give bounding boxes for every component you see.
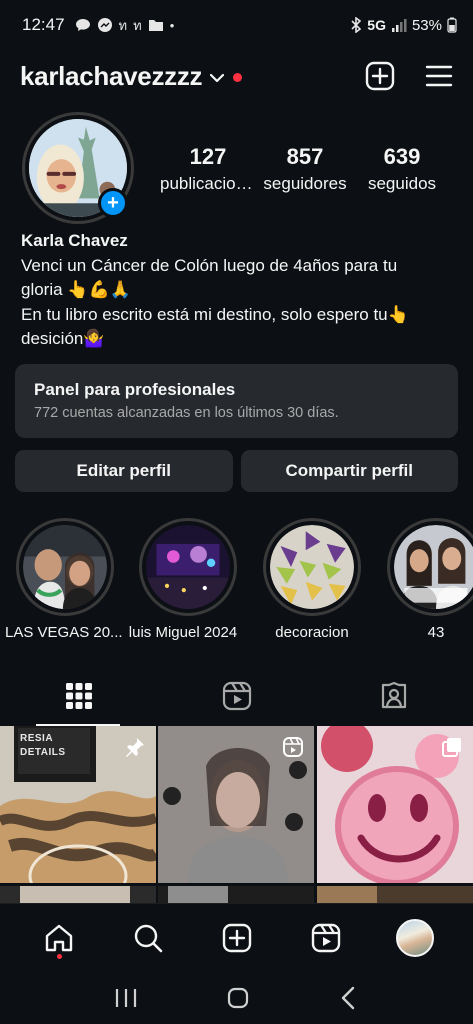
- battery-icon: [447, 17, 457, 33]
- bluetooth-icon: [351, 17, 362, 33]
- back-icon[interactable]: [339, 986, 359, 1010]
- highlight-ring: [139, 518, 237, 616]
- pro-panel-subtitle: 772 cuentas alcanzadas en los últimos 30…: [34, 405, 339, 421]
- grid-post[interactable]: [158, 726, 314, 883]
- network-label: 5G: [367, 17, 386, 33]
- create-post-icon[interactable]: [365, 61, 395, 91]
- highlight-image: [23, 525, 107, 609]
- profile-header: karlachavezzzz: [0, 50, 473, 102]
- followers-count: 857: [286, 144, 324, 169]
- story-highlights: LAS VEGAS 20... luis Miguel 2024 decorac…: [0, 518, 473, 648]
- tagged-icon: [382, 681, 407, 709]
- pro-panel-title: Panel para profesionales: [34, 380, 236, 399]
- followers-stat[interactable]: 857 seguidores: [257, 144, 353, 194]
- home-notification-dot: [56, 953, 62, 959]
- add-story-button[interactable]: +: [98, 188, 128, 218]
- status-bar: 12:47 ท ท • 5G 53%: [0, 0, 473, 50]
- nav-search[interactable]: [123, 913, 173, 963]
- highlight-ring: [387, 518, 473, 616]
- highlight-label: LAS VEGAS 20...: [5, 624, 123, 641]
- home-button-icon[interactable]: [226, 986, 250, 1010]
- nav-profile[interactable]: [390, 913, 440, 963]
- username-switcher[interactable]: karlachavezzzz: [20, 61, 203, 92]
- highlight-ring: [16, 518, 114, 616]
- app-icon: ท: [118, 17, 128, 33]
- bio-line: En tu libro escrito está mi destino, sol…: [21, 304, 409, 324]
- tab-reels[interactable]: [158, 666, 316, 726]
- followers-label: seguidores: [263, 174, 347, 193]
- bio-line: gloria 👆💪🙏: [21, 280, 131, 299]
- highlight-image: [394, 525, 473, 609]
- professional-dashboard[interactable]: Panel para profesionales 772 cuentas alc…: [15, 364, 458, 438]
- highlight-label: 43: [427, 624, 445, 641]
- grid-icon: [65, 683, 92, 709]
- messenger-icon: [97, 18, 112, 32]
- profile-summary: + 127 publicaciones 857 seguidores 639 s…: [0, 112, 473, 224]
- highlight-ring: [263, 518, 361, 616]
- post-sign-text: RESIA DETAILS: [20, 733, 66, 758]
- profile-bio: Karla Chavez Venci un Cáncer de Colón lu…: [21, 229, 461, 352]
- profile-stats: 127 publicaciones 857 seguidores 639 seg…: [160, 144, 450, 194]
- tab-tagged[interactable]: [315, 666, 473, 726]
- add-post-icon: [222, 923, 251, 952]
- reels-icon: [222, 681, 251, 711]
- multi-photo-icon: [442, 738, 461, 757]
- profile-avatar-icon: [395, 918, 434, 957]
- nav-reels[interactable]: [301, 913, 351, 963]
- highlight-image: [270, 525, 354, 609]
- signal-icon: [391, 19, 407, 32]
- menu-icon[interactable]: [425, 64, 453, 88]
- highlight-item[interactable]: luis Miguel 2024: [129, 518, 238, 641]
- dot-icon: •: [169, 17, 175, 33]
- system-navigation: [0, 971, 473, 1024]
- search-icon: [134, 924, 162, 952]
- bottom-navigation: [0, 903, 473, 971]
- status-time: 12:47: [22, 15, 65, 34]
- share-profile-button[interactable]: Compartir perfil: [240, 450, 458, 492]
- folder-icon: [148, 20, 163, 31]
- highlight-item[interactable]: 43: [386, 518, 473, 641]
- edit-profile-button[interactable]: Editar perfil: [15, 450, 233, 492]
- tab-posts[interactable]: [0, 666, 158, 726]
- bio-line: Venci un Cáncer de Colón luego de 4años …: [21, 255, 398, 275]
- chevron-down-icon[interactable]: [210, 73, 225, 83]
- highlight-label: decoracion: [275, 624, 349, 641]
- nav-home[interactable]: [34, 913, 84, 963]
- highlight-image: [146, 525, 230, 609]
- highlight-label: luis Miguel 2024: [128, 624, 238, 641]
- nav-create[interactable]: [212, 913, 262, 963]
- battery-percent: 53%: [411, 16, 442, 34]
- reel-badge-icon: [283, 737, 303, 757]
- profile-name: Karla Chavez: [21, 231, 128, 250]
- following-stat[interactable]: 639 seguidos: [354, 144, 450, 194]
- home-icon: [45, 924, 72, 951]
- highlight-item[interactable]: decoracion: [262, 518, 362, 641]
- profile-actions: Editar perfil Compartir perfil: [15, 450, 458, 492]
- app-icon: ท: [133, 17, 142, 33]
- chat-bubble-icon: [75, 19, 90, 31]
- posts-stat[interactable]: 127 publicaciones: [160, 144, 256, 194]
- highlight-item[interactable]: LAS VEGAS 20...: [5, 518, 123, 641]
- grid-post[interactable]: [317, 726, 473, 883]
- posts-label: publicaciones: [160, 174, 256, 193]
- following-label: seguidos: [367, 174, 437, 193]
- posts-count: 127: [189, 144, 227, 169]
- pin-icon: [126, 738, 144, 757]
- bio-line: desición🤷‍♀️: [21, 329, 105, 348]
- recent-apps-icon[interactable]: [114, 987, 138, 1009]
- posts-grid: RESIA DETAILS: [0, 726, 473, 906]
- notification-dot: [233, 72, 243, 82]
- following-count: 639: [383, 144, 421, 169]
- grid-post[interactable]: RESIA DETAILS: [0, 726, 156, 883]
- reels-icon: [311, 923, 340, 952]
- profile-tabs: [0, 666, 473, 726]
